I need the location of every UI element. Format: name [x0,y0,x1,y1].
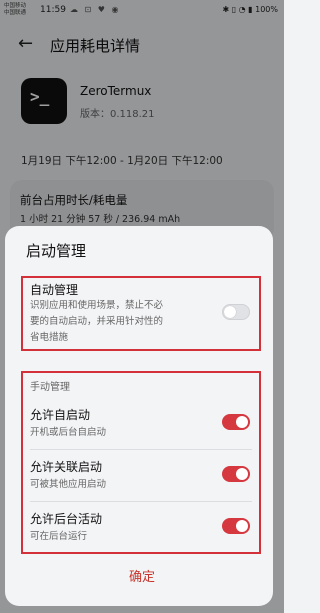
toggle-knob [236,520,248,532]
dialog-title: 启动管理 [26,242,87,260]
allow-background-toggle[interactable] [222,518,250,534]
manual-section-label: 手动管理 [30,382,70,393]
auto-manage-desc-line-1: 识别应用和使用场景，禁止不必 [30,300,164,311]
auto-manage-description: 识别应用和使用场景，禁止不必 要的自动启动，并采用针对性的 省电措施 [30,298,163,346]
allow-auto-start-sub: 开机或后台自启动 [30,427,107,438]
allow-background-sub: 可在后台运行 [30,531,88,542]
confirm-button[interactable]: 确定 [0,566,284,585]
allow-background-title: 允许后台活动 [30,512,103,526]
allow-auto-start-title: 允许自启动 [30,408,91,422]
toggle-knob [236,468,248,480]
allow-auto-start-toggle[interactable] [222,414,250,430]
allow-linked-start-toggle[interactable] [222,466,250,482]
auto-manage-desc-line-2: 要的自动启动，并采用针对性的 [30,316,164,327]
auto-manage-toggle[interactable] [222,304,250,320]
toggle-knob [236,416,248,428]
toggle-knob [224,306,236,318]
divider [30,449,252,450]
divider [30,501,252,502]
allow-linked-start-title: 允许关联启动 [30,460,103,474]
auto-manage-title: 自动管理 [30,283,79,297]
allow-linked-start-sub: 可被其他应用启动 [30,479,107,490]
auto-manage-desc-line-3: 省电措施 [30,332,69,343]
